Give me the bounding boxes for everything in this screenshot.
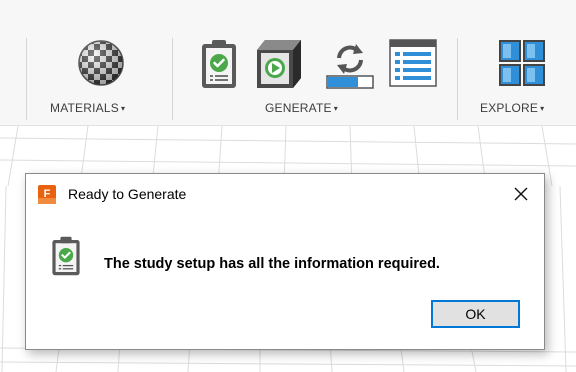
toolbar: MATERIALS ▾ GENERATE ▾ EXPLORE ▾ xyxy=(0,0,576,126)
generate-play-icon[interactable] xyxy=(255,38,303,90)
toolbar-divider xyxy=(172,38,173,120)
explore-label: EXPLORE xyxy=(480,101,539,115)
material-checker-sphere-icon[interactable] xyxy=(76,38,126,88)
precheck-clipboard-icon[interactable] xyxy=(199,38,239,90)
chevron-down-icon: ▾ xyxy=(540,104,545,113)
close-button[interactable] xyxy=(498,174,544,214)
fusion-app-icon: F xyxy=(38,185,56,204)
generate-label: GENERATE xyxy=(265,101,332,115)
materials-menu[interactable]: MATERIALS ▾ xyxy=(50,101,125,115)
explore-grid-icon[interactable] xyxy=(497,38,547,88)
dialog-message: The study setup has all the information … xyxy=(104,256,440,272)
ok-button[interactable]: OK xyxy=(431,300,520,328)
list-panel-icon[interactable] xyxy=(389,38,437,90)
precheck-clipboard-icon xyxy=(52,236,80,276)
dialog-titlebar[interactable]: F Ready to Generate xyxy=(26,174,544,214)
toolbar-divider xyxy=(26,38,27,120)
explore-menu[interactable]: EXPLORE ▾ xyxy=(480,101,544,115)
app-icon-letter: F xyxy=(44,188,51,200)
dialog-body: The study setup has all the information … xyxy=(26,214,544,349)
materials-label: MATERIALS xyxy=(50,101,119,115)
chevron-down-icon: ▾ xyxy=(120,104,126,113)
toolbar-divider xyxy=(457,38,458,120)
close-icon xyxy=(514,187,528,201)
ready-to-generate-dialog: F Ready to Generate The study setup has … xyxy=(25,173,545,350)
dialog-title: Ready to Generate xyxy=(68,186,187,202)
generate-menu[interactable]: GENERATE ▾ xyxy=(265,101,338,115)
sync-bar-icon[interactable] xyxy=(325,38,375,90)
chevron-down-icon: ▾ xyxy=(333,104,338,113)
